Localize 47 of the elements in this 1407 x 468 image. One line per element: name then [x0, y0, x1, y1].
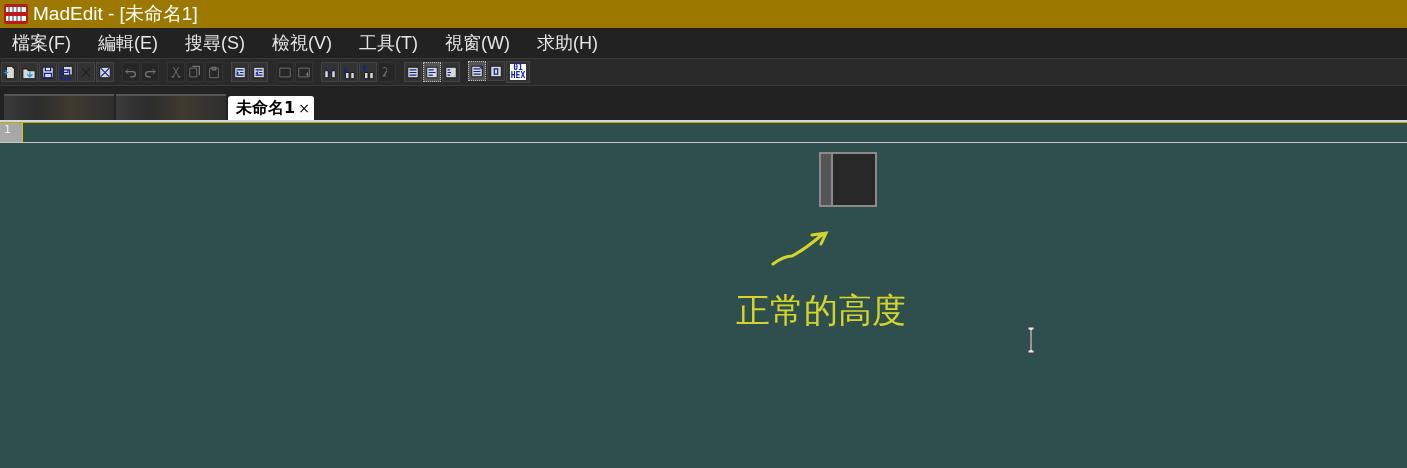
- menu-item[interactable]: 搜尋(S): [185, 31, 245, 55]
- window-title: MadEdit - [未命名1]: [33, 2, 198, 26]
- indent-icon: [233, 64, 247, 80]
- menu-item[interactable]: 檔案(F): [12, 31, 71, 55]
- no-wrap-button[interactable]: [404, 62, 422, 82]
- indent-button[interactable]: [231, 62, 249, 82]
- column-mode-icon: [489, 63, 503, 79]
- find-previous-icon: [361, 64, 375, 80]
- cut-icon: [169, 64, 183, 80]
- unindent-icon: [252, 64, 266, 80]
- column-mode-button[interactable]: [487, 61, 505, 81]
- editor-area[interactable]: 1 正常的高度: [0, 122, 1407, 468]
- close-all-button[interactable]: [96, 62, 114, 82]
- wrap-column-icon: [444, 64, 458, 80]
- binoculars-button[interactable]: [321, 62, 339, 82]
- menu-item[interactable]: 工具(T): [359, 31, 418, 55]
- find-next-button[interactable]: [340, 62, 358, 82]
- close-all-icon: [98, 64, 112, 80]
- open-folder-button[interactable]: [20, 62, 38, 82]
- menu-item[interactable]: 編輯(E): [98, 31, 158, 55]
- teeth-icon: [3, 3, 29, 25]
- save-all-button[interactable]: [58, 62, 76, 82]
- text-cursor-icon: [1027, 325, 1035, 355]
- no-wrap-icon: [406, 64, 420, 80]
- floating-panel: [819, 152, 877, 207]
- document-tab[interactable]: 未命名1 ×: [228, 96, 314, 120]
- copy-icon: [188, 64, 202, 80]
- unindent-button[interactable]: [250, 62, 268, 82]
- new-file-button[interactable]: [1, 62, 19, 82]
- close-icon[interactable]: ×: [298, 100, 310, 116]
- menu-item[interactable]: 求助(H): [536, 31, 598, 55]
- paste-icon: [207, 64, 221, 80]
- new-file-icon: [3, 64, 17, 80]
- annotation-text: 正常的高度: [736, 289, 906, 332]
- wrap-window-icon: [425, 64, 439, 80]
- wrap-window-button[interactable]: [423, 62, 441, 82]
- text-mode-icon: [470, 63, 484, 79]
- save-button[interactable]: [39, 62, 57, 82]
- find-next-icon: [342, 64, 356, 80]
- line-number: 1: [0, 123, 22, 142]
- find-previous-button[interactable]: [359, 62, 377, 82]
- menu-item[interactable]: 視窗(W): [444, 31, 510, 55]
- save-icon: [41, 64, 55, 80]
- save-all-icon: [60, 64, 74, 80]
- wrap-column-button[interactable]: [442, 62, 460, 82]
- text-mode-button[interactable]: [468, 61, 486, 81]
- menu-item[interactable]: 檢視(V): [272, 31, 332, 55]
